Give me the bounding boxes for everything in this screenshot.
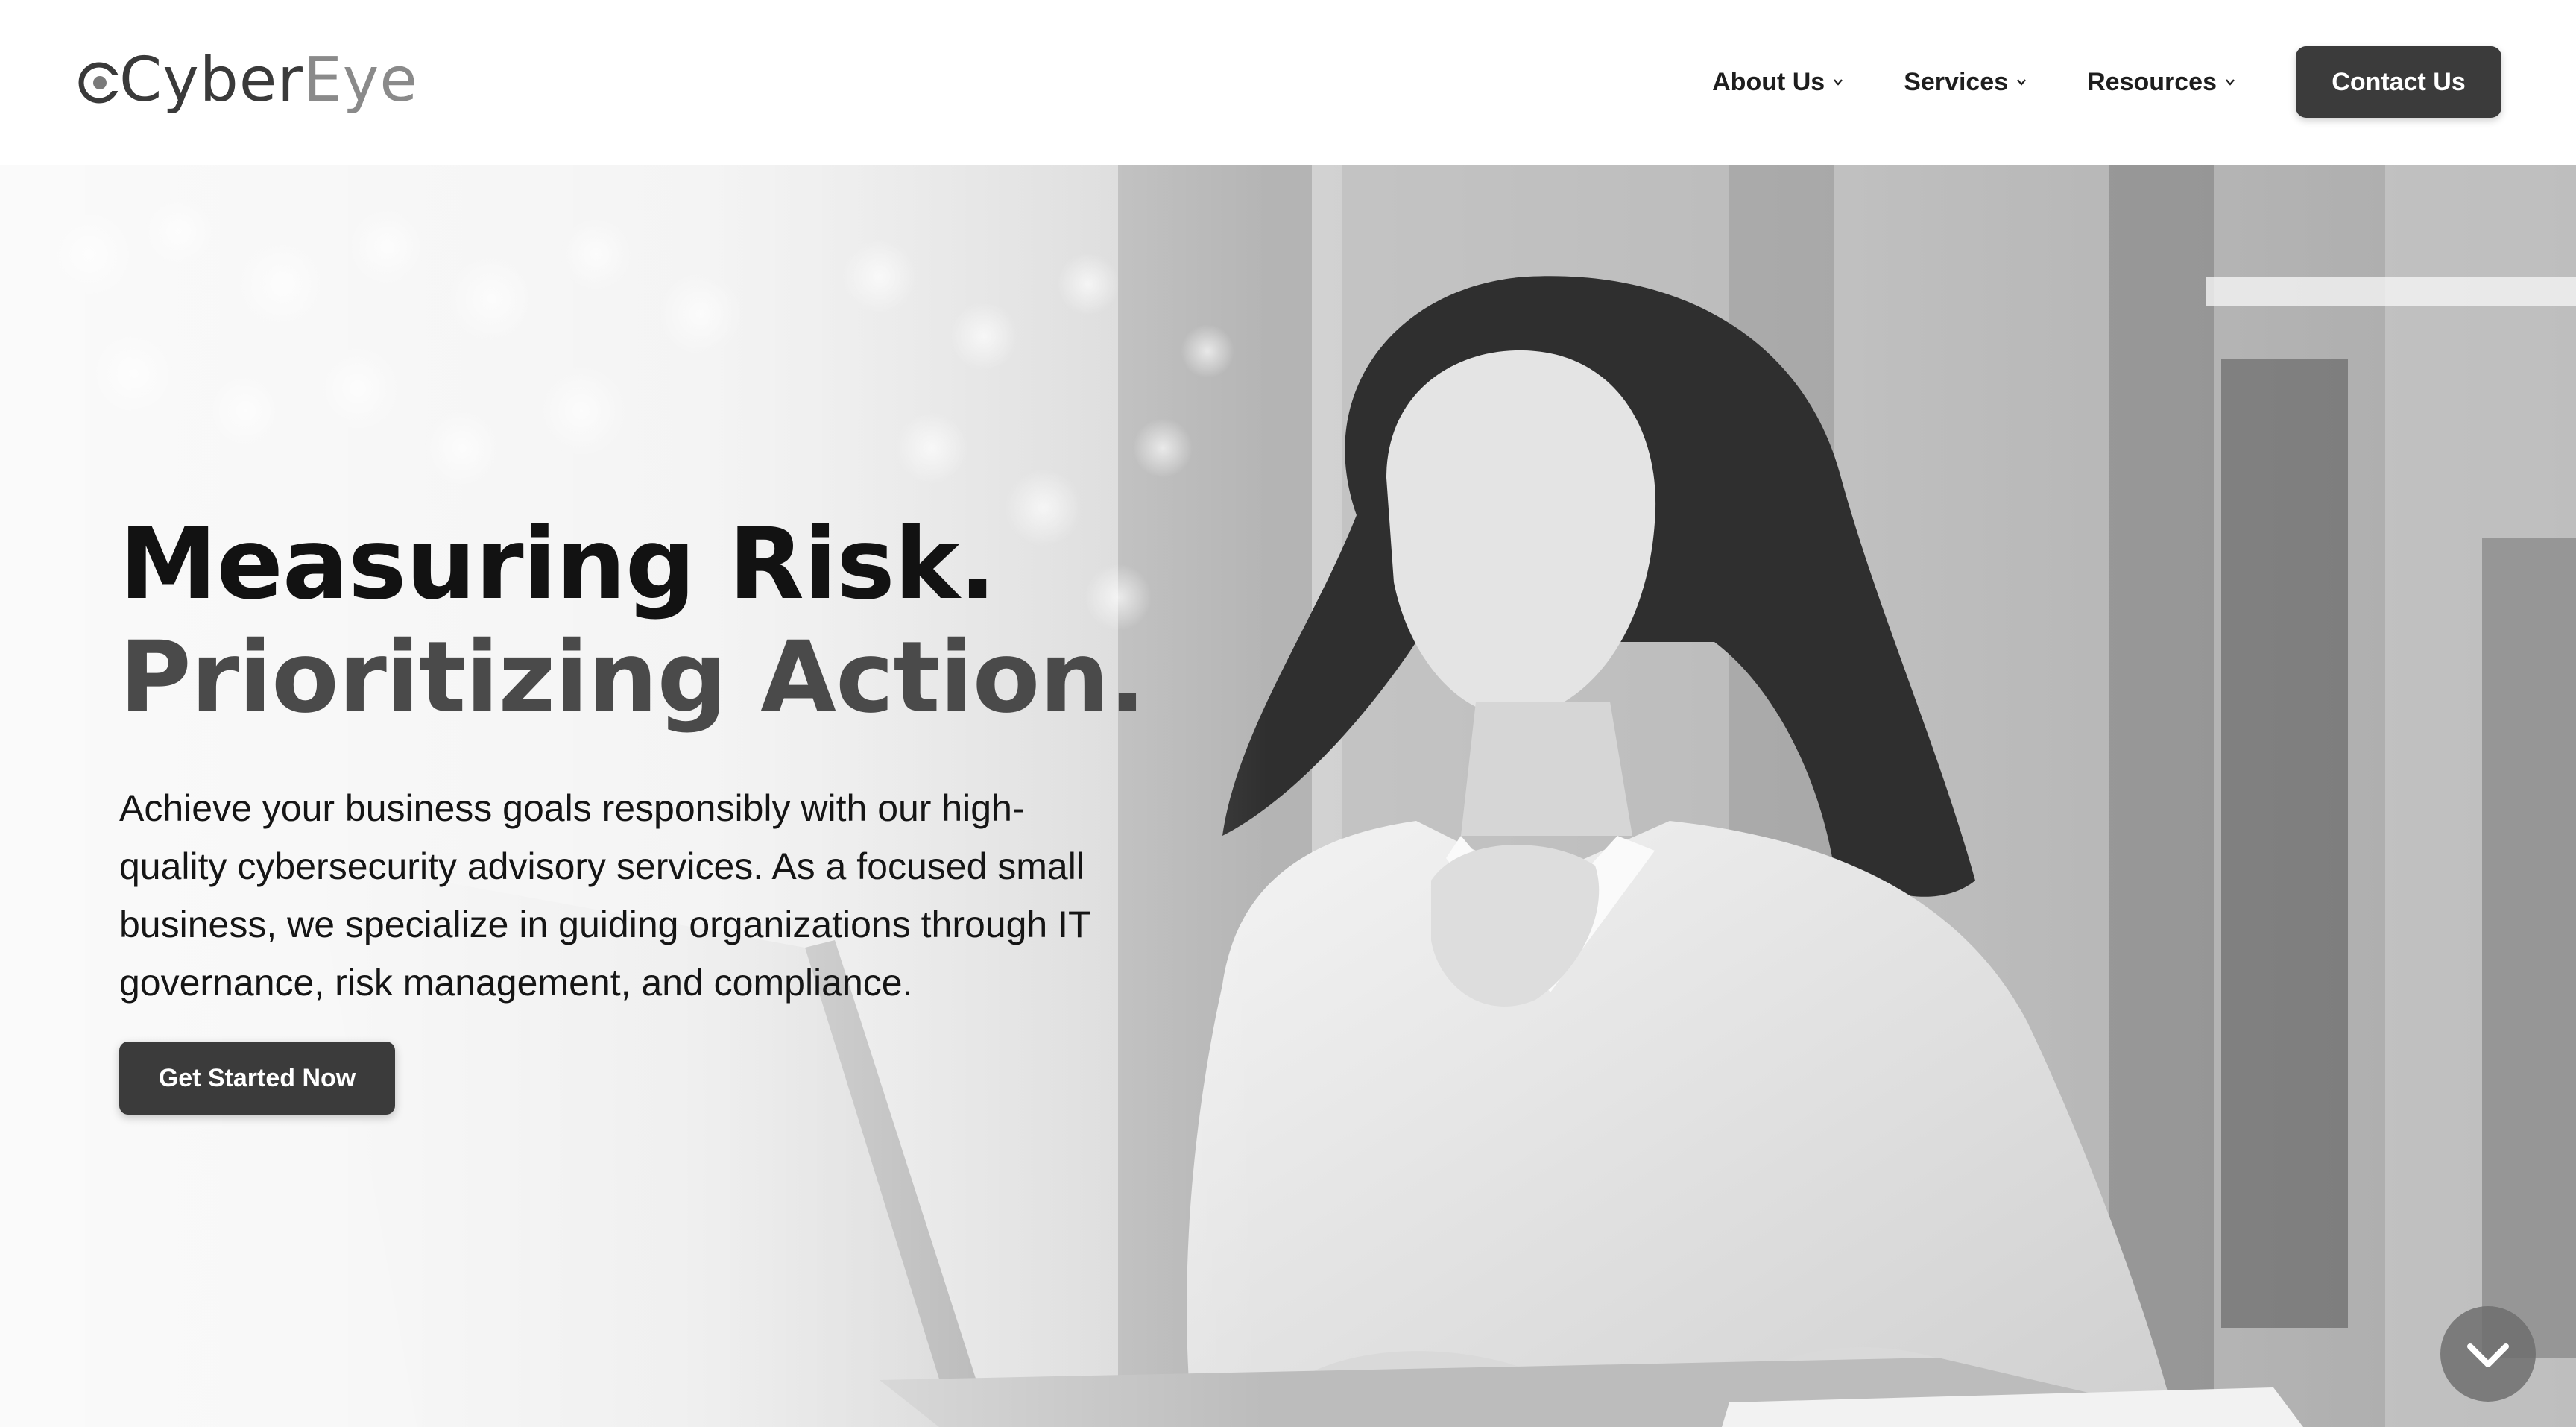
nav-item-about-us[interactable]: About Us	[1712, 68, 1844, 97]
hero-headline-line-2: Prioritizing Action.	[119, 620, 1146, 735]
chevron-down-icon	[1834, 79, 1843, 86]
hero-headline-line-1: Measuring Risk.	[119, 507, 997, 622]
nav-item-resources[interactable]: Resources	[2087, 68, 2236, 97]
logo-text-eye: Eye	[303, 45, 418, 116]
site-header: Cyber Eye About Us Services Resources Con…	[0, 0, 2576, 165]
hero-description: Achieve your business goals responsibly …	[119, 787, 1090, 1004]
nav-item-label: Resources	[2087, 67, 2217, 96]
scroll-down-button[interactable]	[2440, 1306, 2536, 1402]
get-started-button[interactable]: Get Started Now	[119, 1042, 395, 1115]
chevron-down-icon	[2467, 1343, 2509, 1367]
nav-item-label: About Us	[1712, 67, 1825, 96]
hero-copy: Measuring Risk. Prioritizing Action. Ach…	[119, 508, 1163, 1115]
chevron-down-icon	[2017, 79, 2026, 86]
contact-us-button[interactable]: Contact Us	[2296, 46, 2501, 118]
main-nav: About Us Services Resources Contact Us	[1712, 46, 2501, 118]
cybereye-logo[interactable]: Cyber Eye	[78, 43, 418, 118]
eye-c-icon	[78, 62, 121, 104]
nav-item-services[interactable]: Services	[1904, 68, 2027, 97]
nav-item-label: Services	[1904, 67, 2009, 96]
logo-text-cyber: Cyber	[119, 45, 303, 116]
chevron-down-icon	[2226, 79, 2235, 86]
hero-section: Measuring Risk. Prioritizing Action. Ach…	[0, 165, 2576, 1427]
